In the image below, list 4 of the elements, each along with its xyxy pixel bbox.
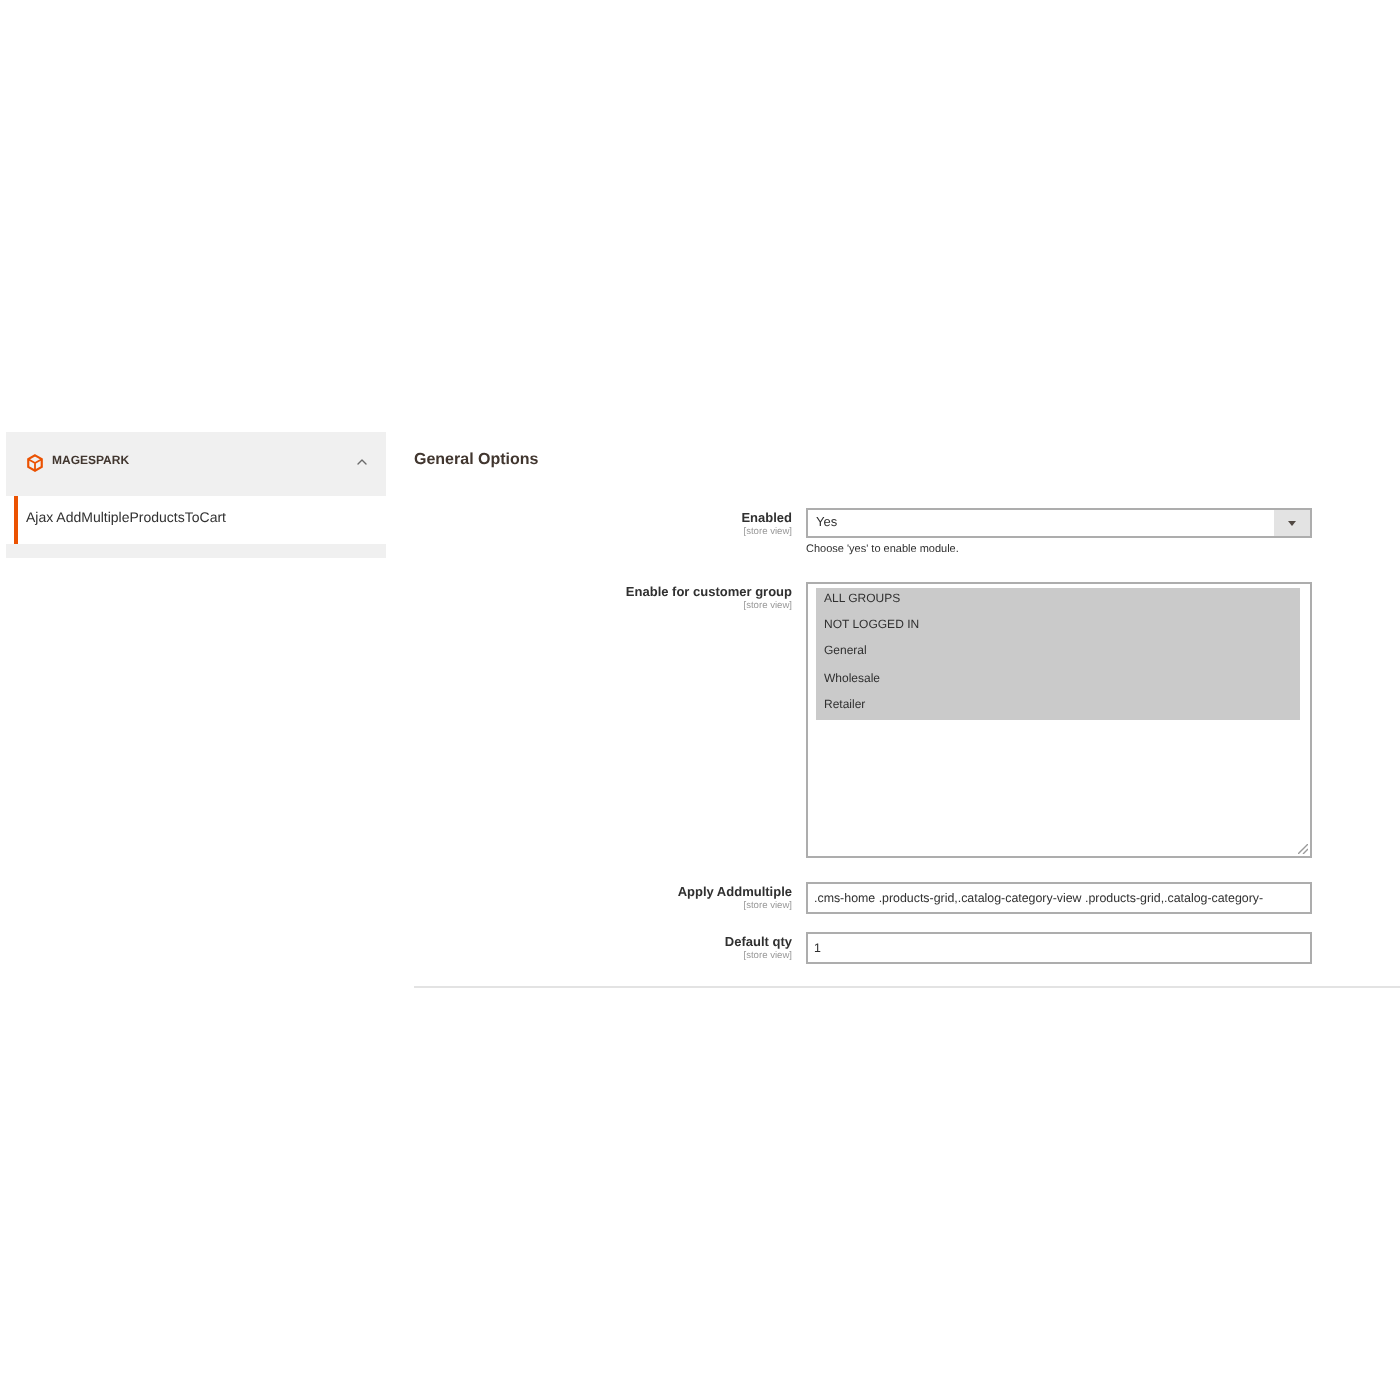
resize-handle-icon [1298,844,1308,854]
section-title: General Options [414,448,539,472]
caret-down-icon [1274,510,1310,536]
hexagon-icon [26,453,44,471]
